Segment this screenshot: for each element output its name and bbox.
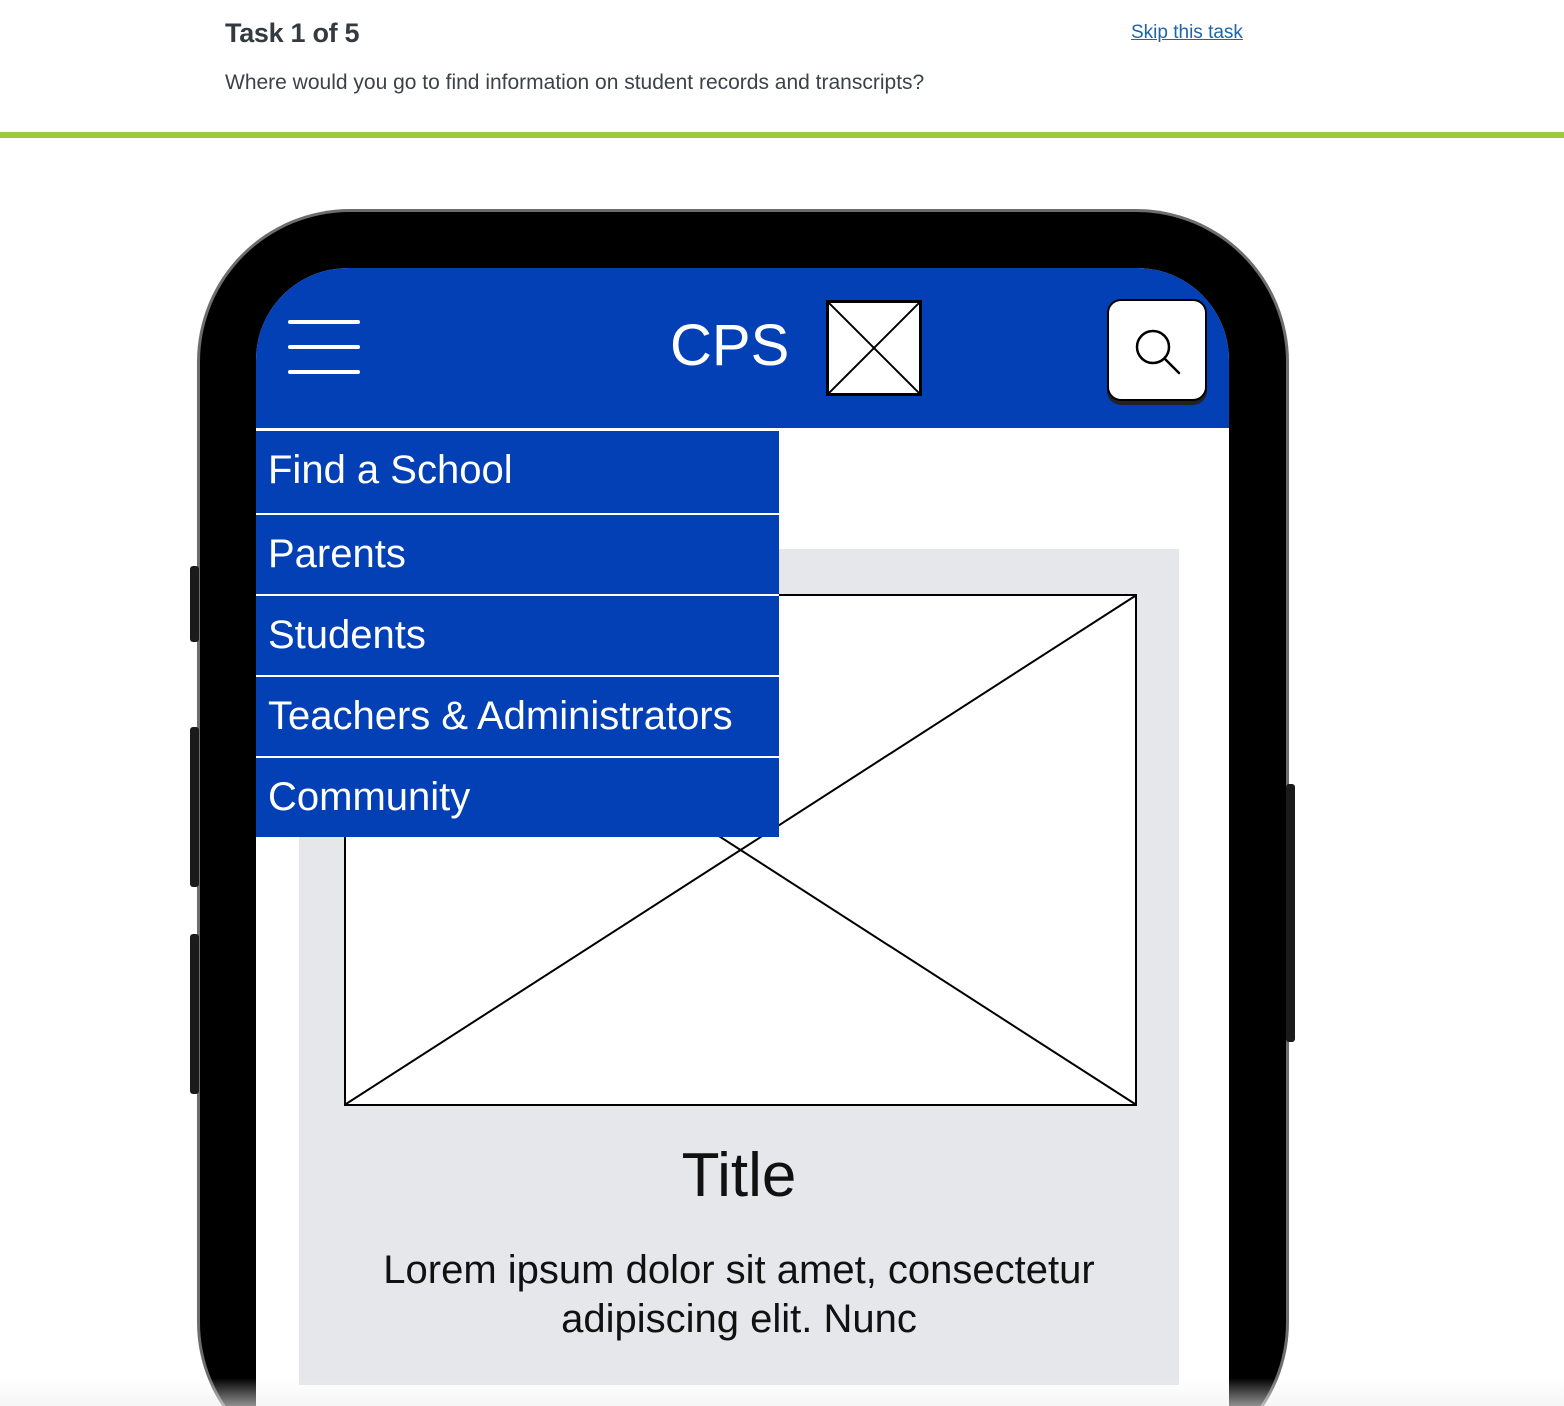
skip-task-link[interactable]: Skip this task [1131, 22, 1243, 44]
task-question: Where would you go to find information o… [225, 71, 925, 94]
menu-item-parents[interactable]: Parents [256, 513, 779, 594]
search-button[interactable] [1107, 299, 1207, 401]
menu-item-students[interactable]: Students [256, 594, 779, 675]
hamburger-menu-icon[interactable] [288, 320, 360, 376]
task-title: Task 1 of 5 [225, 18, 360, 48]
logo-text: CPS [670, 313, 790, 378]
menu-item-community[interactable]: Community [256, 756, 779, 837]
nav-menu: Find a School Parents Students Teachers … [256, 429, 779, 837]
phone-side-button [190, 566, 199, 642]
phone-screen: CPS Title Lorem ipsum dolor sit amet, co… [256, 268, 1229, 1406]
image-placeholder-icon [826, 300, 922, 396]
app-header: CPS [256, 268, 1229, 428]
phone-power-button [1286, 784, 1295, 1042]
phone-volume-up-button [190, 727, 199, 887]
menu-item-find-a-school[interactable]: Find a School [256, 429, 779, 513]
card-text: Lorem ipsum dolor sit amet, consectetur … [383, 1248, 1095, 1341]
card-title: Title [681, 1141, 797, 1210]
progress-bar [0, 132, 1564, 138]
search-icon [1135, 329, 1181, 375]
menu-item-teachers-administrators[interactable]: Teachers & Administrators [256, 675, 779, 756]
task-header: Task 1 of 5 Where would you go to find i… [0, 0, 1564, 134]
phone-volume-down-button [190, 934, 199, 1094]
